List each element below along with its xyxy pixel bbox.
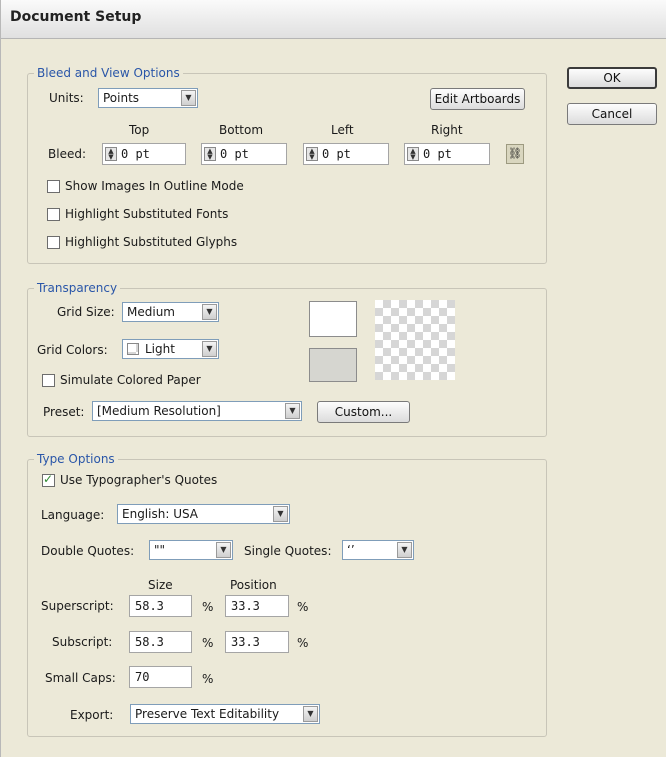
link-bleed-chain-icon[interactable]: ⛓ — [506, 144, 524, 164]
export-select[interactable]: Preserve Text Editability ▼ — [130, 704, 320, 724]
position-header: Position — [230, 578, 277, 592]
subscript-position-percent: % — [297, 636, 309, 650]
single-quotes-label: Single Quotes: — [244, 544, 332, 558]
double-quotes-select[interactable]: "" ▼ — [149, 540, 233, 560]
stepper-icon[interactable]: ▲ ▼ — [105, 147, 117, 161]
units-label: Units: — [49, 91, 84, 105]
bleed-right-header: Right — [431, 123, 463, 137]
small-caps-field[interactable]: 70 — [129, 666, 192, 688]
size-header: Size — [148, 578, 173, 592]
grid-size-label: Grid Size: — [57, 305, 115, 319]
show-images-outline-checkbox[interactable] — [47, 180, 60, 193]
units-value: Points — [103, 91, 140, 105]
chevron-down-icon: ▼ — [397, 542, 412, 558]
language-select[interactable]: English: USA ▼ — [117, 504, 290, 524]
language-label: Language: — [41, 508, 105, 522]
stepper-icon[interactable]: ▲ ▼ — [306, 147, 318, 161]
chevron-down-icon: ▼ — [216, 542, 231, 558]
typographers-quotes-checkbox[interactable] — [42, 472, 55, 487]
superscript-position-field[interactable]: 33.3 — [225, 595, 289, 617]
bleed-top-field[interactable]: ▲ ▼ 0 pt — [102, 143, 186, 165]
chevron-down-icon: ▼ — [303, 706, 318, 722]
stepper-icon[interactable]: ▲ ▼ — [204, 147, 216, 161]
bleed-right-field[interactable]: ▲ ▼ 0 pt — [404, 143, 490, 165]
simulate-paper-checkbox[interactable] — [42, 374, 55, 387]
bleed-view-legend: Bleed and View Options — [37, 66, 180, 80]
simulate-paper-label: Simulate Colored Paper — [60, 373, 201, 387]
dialog-title: Document Setup — [10, 9, 142, 25]
chevron-down-icon: ▼ — [273, 506, 288, 522]
custom-button[interactable]: Custom... — [317, 401, 410, 423]
grid-color-swatch-top[interactable] — [309, 301, 357, 337]
highlight-fonts-label: Highlight Substituted Fonts — [65, 207, 229, 221]
grid-pattern-icon — [127, 343, 139, 355]
grid-colors-select[interactable]: Light ▼ — [122, 339, 219, 359]
ok-button[interactable]: OK — [567, 67, 657, 89]
bleed-bottom-header: Bottom — [219, 123, 264, 137]
chevron-down-icon: ▼ — [181, 90, 196, 106]
superscript-size-field[interactable]: 58.3 — [129, 595, 192, 617]
superscript-label: Superscript: — [41, 599, 114, 613]
typographers-quotes-label: Use Typographer's Quotes — [60, 473, 218, 487]
highlight-glyphs-label: Highlight Substituted Glyphs — [65, 235, 238, 249]
bleed-bottom-field[interactable]: ▲ ▼ 0 pt — [201, 143, 287, 165]
chevron-down-icon: ▼ — [285, 403, 300, 419]
double-quotes-label: Double Quotes: — [41, 544, 135, 558]
show-images-outline-label: Show Images In Outline Mode — [65, 179, 244, 193]
subscript-label: Subscript: — [52, 635, 113, 649]
transparency-grid-preview — [375, 300, 455, 380]
title-bar: Document Setup — [1, 0, 666, 39]
bleed-left-header: Left — [331, 123, 354, 137]
preset-select[interactable]: [Medium Resolution] ▼ — [92, 401, 302, 421]
type-options-legend: Type Options — [37, 452, 115, 466]
export-label: Export: — [70, 708, 114, 722]
highlight-fonts-checkbox[interactable] — [47, 208, 60, 221]
chevron-down-icon: ▼ — [202, 304, 217, 320]
transparency-legend: Transparency — [37, 281, 118, 295]
subscript-position-field[interactable]: 33.3 — [225, 631, 289, 653]
units-select[interactable]: Points ▼ — [98, 88, 198, 108]
grid-color-swatch-bottom[interactable] — [309, 348, 357, 382]
cancel-button[interactable]: Cancel — [567, 103, 657, 125]
small-caps-label: Small Caps: — [45, 671, 116, 685]
small-caps-percent: % — [202, 672, 214, 686]
grid-size-select[interactable]: Medium ▼ — [122, 302, 219, 322]
bleed-label: Bleed: — [48, 147, 86, 161]
stepper-icon[interactable]: ▲ ▼ — [407, 147, 419, 161]
document-setup-dialog: Document Setup OK Cancel Bleed and View … — [0, 0, 666, 757]
chevron-down-icon: ▼ — [202, 341, 217, 357]
edit-artboards-button[interactable]: Edit Artboards — [430, 88, 525, 110]
highlight-glyphs-checkbox[interactable] — [47, 236, 60, 249]
subscript-size-percent: % — [202, 636, 214, 650]
bleed-top-header: Top — [129, 123, 150, 137]
grid-colors-label: Grid Colors: — [37, 343, 108, 357]
bleed-left-field[interactable]: ▲ ▼ 0 pt — [303, 143, 389, 165]
superscript-position-percent: % — [297, 600, 309, 614]
single-quotes-select[interactable]: ‘’ ▼ — [342, 540, 414, 560]
subscript-size-field[interactable]: 58.3 — [129, 631, 192, 653]
preset-label: Preset: — [43, 405, 85, 419]
superscript-size-percent: % — [202, 600, 214, 614]
